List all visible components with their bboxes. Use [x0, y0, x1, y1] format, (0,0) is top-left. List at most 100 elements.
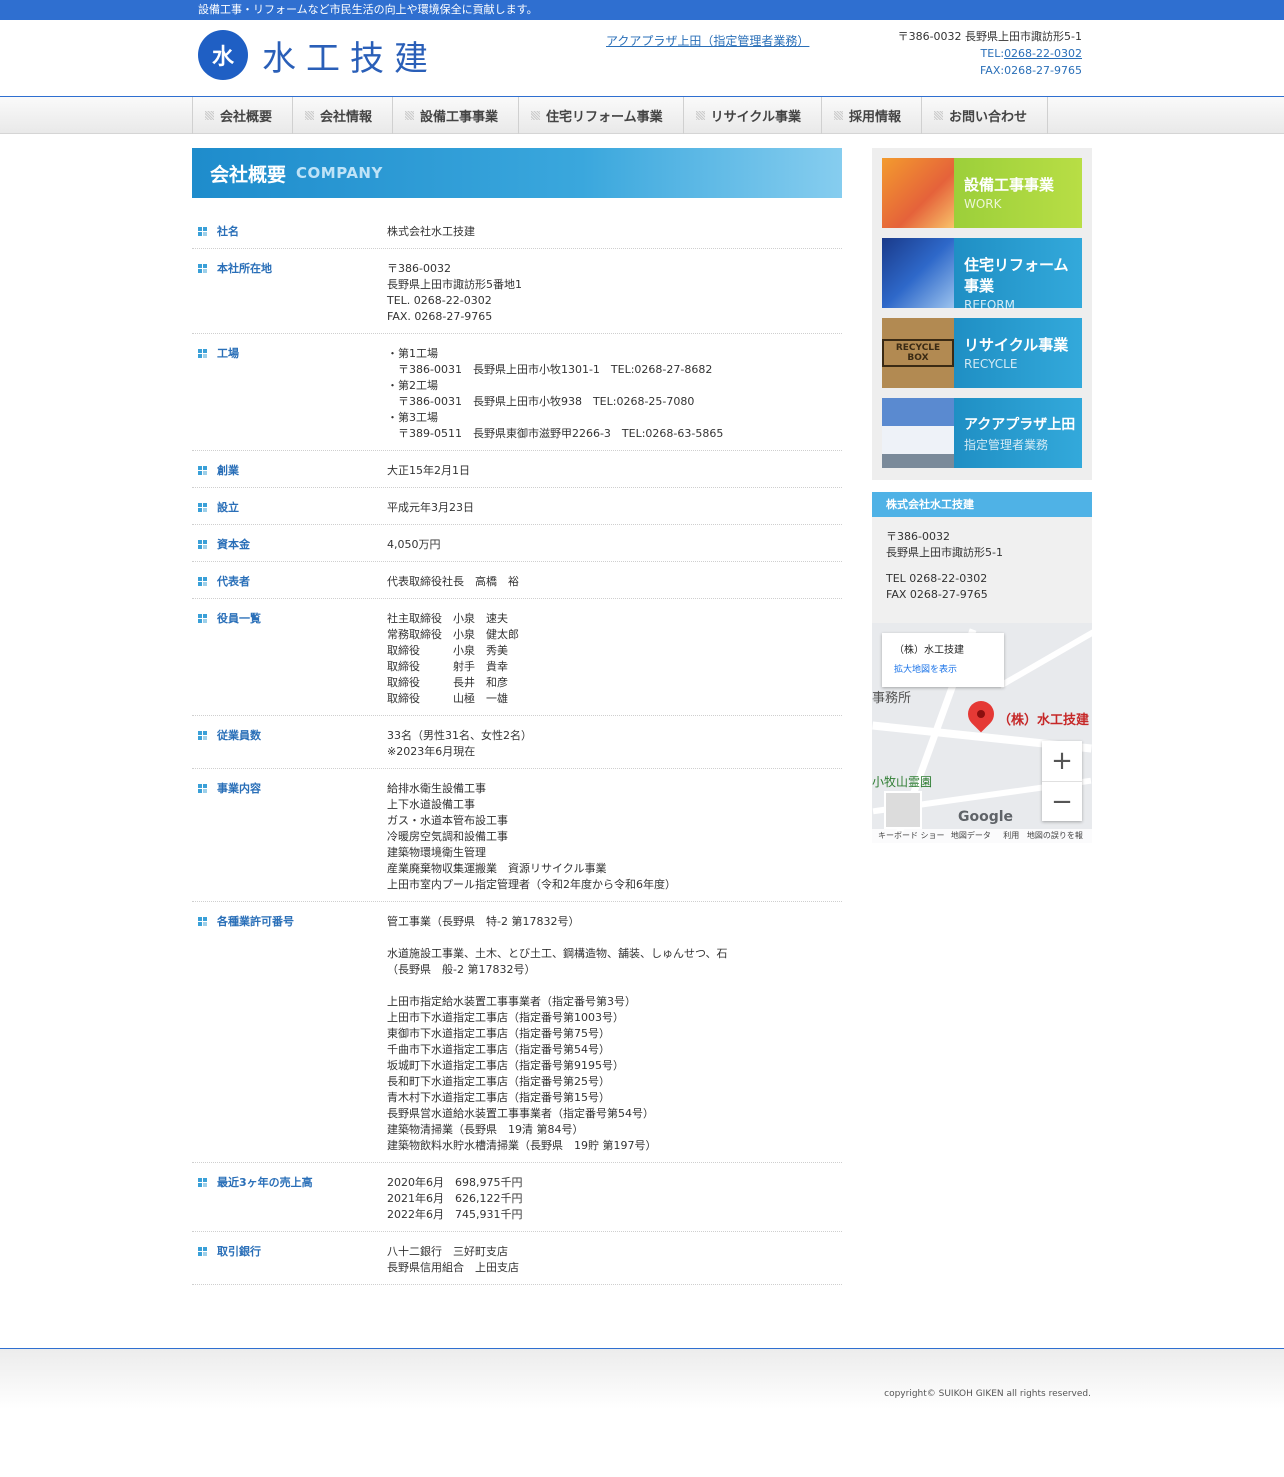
sidebar: 設備工事事業 WORK 住宅リフォーム事業 REFORM RECYCLE BOX リ…	[872, 148, 1092, 1285]
row-label: 各種業許可番号	[217, 915, 294, 928]
header-address: 〒386-0032 長野県上田市諏訪形5-1	[897, 30, 1082, 43]
table-row: 従業員数 33名（男性31名、女性2名） ※2023年6月現在	[192, 716, 842, 769]
header-contact: 〒386-0032 長野県上田市諏訪形5-1 TEL:0268-22-0302 …	[898, 28, 1082, 79]
row-header: 代表者	[192, 568, 387, 590]
table-row: 資本金 4,050万円	[192, 525, 842, 562]
nav-item-contact[interactable]: お問い合わせ	[922, 97, 1049, 134]
logo[interactable]: 水 水工技建	[198, 30, 438, 80]
map-card-link[interactable]: 拡大地図を表示	[894, 662, 992, 675]
grid-bullet-icon	[198, 227, 207, 236]
recycle-box-label: RECYCLE BOX	[882, 339, 954, 367]
row-header: 本社所在地	[192, 255, 387, 325]
company-box-tel: TEL 0268-22-0302 FAX 0268-27-9765	[886, 572, 988, 601]
table-row: 工場 ・第1工場 〒386-0031 長野県上田市小牧1301-1 TEL:026…	[192, 334, 842, 451]
row-value: ・第1工場 〒386-0031 長野県上田市小牧1301-1 TEL:0268-…	[387, 347, 724, 440]
nav-label: 設備工事事業	[420, 110, 499, 125]
nav-label: お問い合わせ	[949, 110, 1028, 125]
grid-bullet-icon	[198, 1247, 207, 1256]
banner-thumb-image	[882, 238, 954, 308]
nav-bullet-icon	[934, 111, 944, 120]
banner-subtitle: RECYCLE	[964, 357, 1018, 371]
terms-link[interactable]: 利用規約	[1003, 829, 1027, 843]
row-label: 役員一覧	[217, 612, 261, 625]
nav-bullet-icon	[205, 111, 214, 120]
grid-bullet-icon	[198, 264, 207, 273]
report-error-link[interactable]: 地図の誤りを報告する	[1027, 829, 1086, 843]
nav-bullet-icon	[405, 111, 415, 120]
grid-bullet-icon	[198, 349, 207, 358]
banner-reform[interactable]: 住宅リフォーム事業 REFORM	[882, 238, 1082, 312]
footer: copyright© SUIKOH GIKEN all rights reser…	[0, 1348, 1284, 1477]
row-value: 八十二銀行 三好町支店 長野県信用組合 上田支店	[387, 1245, 519, 1274]
nav-label: 会社概要	[220, 110, 273, 125]
page-heading: 会社概要 COMPANY	[192, 148, 842, 198]
map-pin-label: （株）水工技建	[998, 713, 1090, 728]
nav-bullet-icon	[834, 111, 844, 120]
nav-label: 採用情報	[849, 110, 902, 125]
row-header: 取引銀行	[192, 1238, 387, 1276]
banner-thumb-image	[882, 158, 954, 228]
tel-link[interactable]: 0268-22-0302	[1004, 47, 1082, 60]
aquaplaza-link[interactable]: アクアプラザ上田（指定管理者業務）	[606, 32, 809, 49]
logo-text: 水工技建	[262, 38, 438, 79]
banner-recycle[interactable]: RECYCLE BOX リサイクル事業 RECYCLE	[882, 318, 1082, 388]
row-value: 給排水衛生設備工事 上下水道設備工事 ガス・水道本管布設工事 冷暖房空気調和設備…	[387, 782, 676, 891]
banner-title: 住宅リフォーム事業	[964, 256, 1069, 295]
banner-title: リサイクル事業	[964, 336, 1069, 354]
keyboard-shortcuts-link[interactable]: キーボード ショートカット	[878, 829, 951, 843]
company-box-address: 〒386-0032 長野県上田市諏訪形5-1	[886, 530, 1003, 559]
row-value: 平成元年3月23日	[387, 501, 474, 514]
nav-item-company-overview[interactable]: 会社概要	[193, 97, 294, 134]
zoom-in-button[interactable]: +	[1042, 741, 1082, 781]
table-row: 取引銀行 八十二銀行 三好町支店 長野県信用組合 上田支店	[192, 1232, 842, 1285]
nav-item-recycle[interactable]: リサイクル事業	[684, 97, 823, 134]
top-bar: 設備工事・リフォームなど市民生活の向上や環境保全に貢献します。	[0, 0, 1284, 20]
row-header: 事業内容	[192, 775, 387, 893]
grid-bullet-icon	[198, 577, 207, 586]
street-view-icon[interactable]	[884, 791, 922, 829]
row-value: 〒386-0032 長野県上田市諏訪形5番地1 TEL. 0268-22-030…	[387, 262, 522, 323]
row-label: 設立	[217, 501, 239, 514]
row-header: 創業	[192, 457, 387, 479]
banner-equipment-works[interactable]: 設備工事事業 WORK	[882, 158, 1082, 228]
tel-label: TEL:	[980, 47, 1005, 60]
row-label: 取引銀行	[217, 1245, 261, 1258]
page-title: 会社概要	[210, 163, 287, 186]
banner-list: 設備工事事業 WORK 住宅リフォーム事業 REFORM RECYCLE BOX リ…	[872, 148, 1092, 480]
grid-bullet-icon	[198, 784, 207, 793]
row-label: 代表者	[217, 575, 250, 588]
row-header: 設立	[192, 494, 387, 516]
map-label-park: 小牧山霊園	[872, 775, 933, 789]
nav-item-recruit[interactable]: 採用情報	[822, 97, 923, 134]
banner-title: 設備工事事業	[964, 176, 1055, 194]
grid-bullet-icon	[198, 1178, 207, 1187]
map-card-name: （株）水工技建	[894, 645, 964, 656]
row-value: 管工事業（長野県 特-2 第17832号） 水道施設工事業、土木、とび土工、鋼構…	[387, 915, 728, 1152]
google-map[interactable]: （株）水工技建 拡大地図を表示 事務所 （株）水工技建 小牧山霊園 外科 + −…	[872, 623, 1092, 843]
grid-bullet-icon	[198, 503, 207, 512]
map-pin-icon[interactable]	[962, 695, 1000, 733]
nav-bullet-icon	[531, 111, 541, 120]
map-road	[998, 623, 1092, 689]
banner-subtitle: REFORM	[964, 298, 1015, 312]
nav-item-reform[interactable]: 住宅リフォーム事業	[519, 97, 684, 134]
map-data-text: 地図データ ©2023	[950, 831, 991, 840]
map-zoom-controls: + −	[1042, 741, 1082, 821]
zoom-out-button[interactable]: −	[1042, 781, 1082, 821]
map-attribution: キーボード ショートカット 地図データ ©2023 利用規約 地図の誤りを報告す…	[872, 829, 1092, 843]
company-box: 株式会社水工技建 〒386-0032 長野県上田市諏訪形5-1 TEL 0268…	[872, 492, 1092, 843]
nav-item-company-info[interactable]: 会社情報	[293, 97, 394, 134]
header-tel: TEL:0268-22-0302	[898, 45, 1082, 62]
map-label-office: 事務所	[872, 691, 912, 706]
banner-aquaplaza[interactable]: アクアプラザ上田 指定管理者業務	[882, 398, 1082, 468]
google-logo: Google	[958, 809, 1014, 825]
nav-bullet-icon	[305, 111, 315, 120]
nav-item-equipment-works[interactable]: 設備工事事業	[393, 97, 520, 134]
row-header: 工場	[192, 340, 387, 442]
global-nav: 会社概要 会社情報 設備工事事業 住宅リフォーム事業 リサイクル事業 採用情報 …	[0, 96, 1284, 134]
row-label: 工場	[217, 347, 239, 360]
row-value: 社主取締役 小泉 速夫 常務取締役 小泉 健太郎 取締役 小泉 秀美 取締役 射…	[387, 612, 519, 705]
content-wrap: 会社概要 COMPANY 社名 株式会社水工技建 本社所在地 〒386-0032 長…	[192, 148, 1092, 1285]
grid-bullet-icon	[198, 731, 207, 740]
row-value: 大正15年2月1日	[387, 464, 470, 477]
